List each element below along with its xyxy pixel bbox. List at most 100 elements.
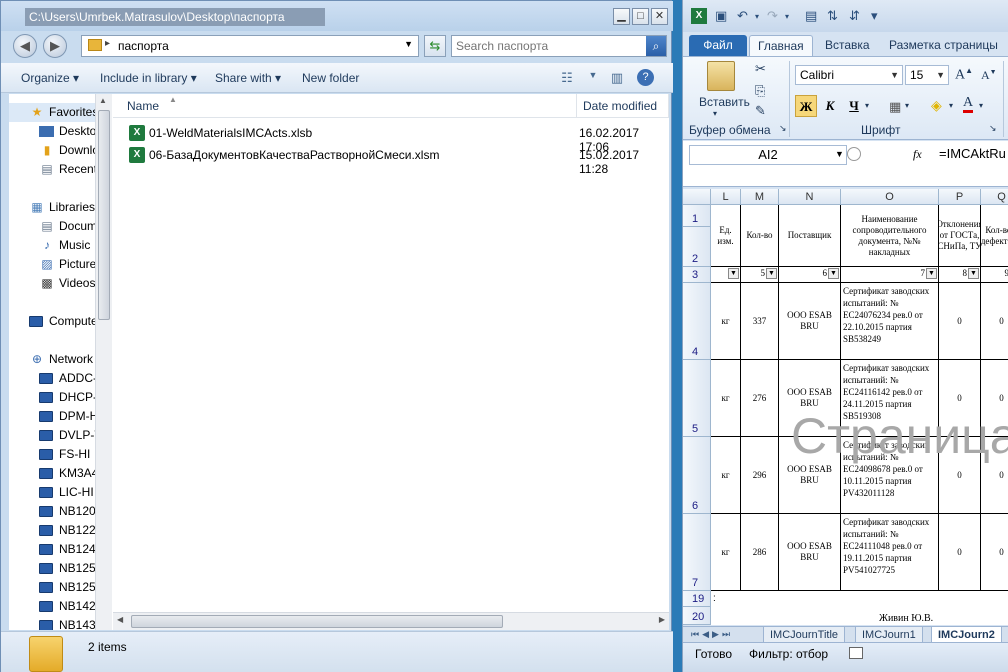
nav-network-host[interactable]: LIC-HI xyxy=(9,483,95,502)
customize-qat-icon[interactable]: ▾ xyxy=(871,8,878,24)
search-input[interactable] xyxy=(456,38,642,54)
nav-recent[interactable]: ▤ Recent Places xyxy=(9,160,95,179)
paste-button[interactable]: Вставить xyxy=(699,95,750,109)
filter-dropdown-icon[interactable]: ▼ xyxy=(728,268,739,279)
close-button[interactable]: ✕ xyxy=(651,8,668,25)
grow-font-icon[interactable]: A▲ xyxy=(955,66,973,84)
filter-cell[interactable]: 5 ▼ xyxy=(741,267,779,283)
table-cell[interactable]: 0 xyxy=(981,514,1008,591)
italic-button[interactable]: К xyxy=(819,95,841,117)
file-pane-hscrollbar[interactable]: ◀ ▶ xyxy=(113,612,669,630)
row-header[interactable]: 7 xyxy=(683,514,711,591)
nav-network-host[interactable]: NB1430 xyxy=(9,616,95,630)
sheet-tab-imcjourn1[interactable]: IMCJourn1 xyxy=(855,627,923,643)
nav-favorites[interactable]: ★ Favorites xyxy=(9,103,95,122)
share-with-menu[interactable]: Share with ▾ xyxy=(215,71,281,85)
nav-videos[interactable]: ▩ Videos xyxy=(9,274,95,293)
nav-desktop[interactable]: Desktop xyxy=(9,122,95,141)
table-cell[interactable]: ООО ESAB BRU xyxy=(779,283,841,360)
table-cell[interactable]: кг xyxy=(711,514,741,591)
nav-pane-scrollbar[interactable]: ▲ xyxy=(95,94,112,630)
table-cell[interactable]: Сертификат заводских испытаний: № EC2411… xyxy=(841,514,939,591)
file-row[interactable]: X 06-БазаДокументовКачестваРастворнойСмес… xyxy=(113,144,669,176)
include-in-library-menu[interactable]: Include in library ▾ xyxy=(100,71,197,85)
fill-color-dropdown-icon[interactable]: ▾ xyxy=(949,101,953,110)
organize-menu[interactable]: Organize ▾ xyxy=(21,71,79,85)
preview-pane-icon[interactable]: ▥ xyxy=(608,70,626,86)
filter-cell[interactable]: 8 ▼ xyxy=(939,267,981,283)
scroll-left-icon[interactable]: ◀ xyxy=(117,615,123,624)
address-bar[interactable]: ▸ паспорта ▼ xyxy=(81,35,419,57)
search-box[interactable]: ⌕ xyxy=(451,35,667,57)
table-cell[interactable]: 0 xyxy=(939,283,981,360)
table-cell[interactable]: 276 xyxy=(741,360,779,437)
font-name-box[interactable]: Calibri ▼ xyxy=(795,65,903,85)
table-header-cell[interactable]: Кол-во с дефектами xyxy=(981,205,1008,267)
nav-network-host[interactable]: NB1227 xyxy=(9,521,95,540)
row-header[interactable]: 20 xyxy=(683,607,711,625)
filter-cell[interactable]: 9▼ xyxy=(981,267,1008,283)
row-header[interactable]: 2 xyxy=(683,227,711,267)
table-header-cell[interactable]: Ед. изм. xyxy=(711,205,741,267)
table-cell[interactable]: ООО ESAB BRU xyxy=(779,514,841,591)
bold-button[interactable]: Ж xyxy=(795,95,817,117)
nav-network-host[interactable]: DPM-HI xyxy=(9,407,95,426)
cut-icon[interactable]: ✂ xyxy=(755,61,766,77)
clipboard-launcher-icon[interactable]: ↘ xyxy=(779,123,787,134)
row-header[interactable]: 6 xyxy=(683,437,711,514)
view-options-icon[interactable]: ☷ xyxy=(558,70,576,86)
nav-scroll-thumb[interactable] xyxy=(98,110,110,320)
back-button[interactable]: ◀ xyxy=(13,34,37,58)
column-header-date[interactable]: Date modified xyxy=(577,94,669,118)
tab-insert[interactable]: Вставка xyxy=(817,35,878,56)
filter-cell[interactable]: ▼ xyxy=(711,267,741,283)
row-header[interactable]: 3 xyxy=(683,267,711,283)
underline-dropdown-icon[interactable]: ▾ xyxy=(865,101,869,110)
table-header-cell[interactable]: Поставщик xyxy=(779,205,841,267)
formula-input[interactable]: =IMCAktRu xyxy=(939,146,1006,161)
explorer-titlebar[interactable]: C:\Users\Umrbek.Matrasulov\Desktop\паспо… xyxy=(1,1,673,31)
macro-recording-icon[interactable] xyxy=(849,647,863,659)
undo-icon[interactable]: ↶ xyxy=(737,8,748,24)
nav-downloads[interactable]: ▮ Downloads xyxy=(9,141,95,160)
file-row[interactable]: X 01-WeldMaterialsIMCActs.xlsb 16.02.2017 … xyxy=(113,122,669,154)
column-header[interactable]: O xyxy=(841,189,939,205)
font-launcher-icon[interactable]: ↘ xyxy=(989,123,997,134)
print-preview-icon[interactable]: ▤ xyxy=(805,8,817,24)
table-header-cell[interactable]: Наименование сопроводительного документа… xyxy=(841,205,939,267)
maximize-button[interactable]: □ xyxy=(632,8,649,25)
underline-button[interactable]: Ч xyxy=(843,95,865,117)
nav-network-host[interactable]: DHCP-HI xyxy=(9,388,95,407)
redo-icon[interactable]: ↷ xyxy=(767,8,778,24)
row-header[interactable]: 1 xyxy=(683,205,711,227)
nav-network-host[interactable]: FS-HI xyxy=(9,445,95,464)
row-header[interactable]: 19 xyxy=(683,591,711,607)
sheet-tab-imcjourntitle[interactable]: IMCJournTitle xyxy=(763,627,846,643)
select-all-corner[interactable] xyxy=(683,189,711,205)
nav-documents[interactable]: ▤ Documents xyxy=(9,217,95,236)
table-header-cell[interactable]: Кол-во xyxy=(741,205,779,267)
row-header[interactable]: 4 xyxy=(683,283,711,360)
name-box-dropdown-icon[interactable]: ▼ xyxy=(835,149,844,159)
column-header[interactable]: P xyxy=(939,189,981,205)
nav-network[interactable]: ⊕ Network xyxy=(9,350,95,369)
column-header[interactable]: Q xyxy=(981,189,1008,205)
save-icon[interactable]: ▣ xyxy=(715,8,727,24)
font-name-dropdown-icon[interactable]: ▼ xyxy=(890,66,899,84)
tab-file[interactable]: Файл xyxy=(689,35,747,56)
view-dropdown-icon[interactable]: ▼ xyxy=(584,70,602,86)
table-header-cell[interactable]: Отклонения от ГОСТа, СНиПа, ТУ xyxy=(939,205,981,267)
nav-network-host[interactable]: NB1250 xyxy=(9,559,95,578)
filter-dropdown-icon[interactable]: ▼ xyxy=(766,268,777,279)
font-color-icon[interactable]: A xyxy=(963,96,974,113)
nav-music[interactable]: ♪ Music xyxy=(9,236,95,255)
nav-network-host[interactable]: DVLP-TM xyxy=(9,426,95,445)
redo-dropdown-icon[interactable]: ▾ xyxy=(785,12,789,21)
tab-page-layout[interactable]: Разметка страницы xyxy=(881,35,1006,56)
sort-ascending-icon[interactable]: ⇅ xyxy=(827,8,838,24)
refresh-button[interactable]: ⇆ xyxy=(424,35,446,57)
forward-button[interactable]: ▶ xyxy=(43,34,67,58)
nav-network-host[interactable]: NB1249 xyxy=(9,540,95,559)
table-cell[interactable]: кг xyxy=(711,437,741,514)
scroll-right-icon[interactable]: ▶ xyxy=(659,615,665,624)
